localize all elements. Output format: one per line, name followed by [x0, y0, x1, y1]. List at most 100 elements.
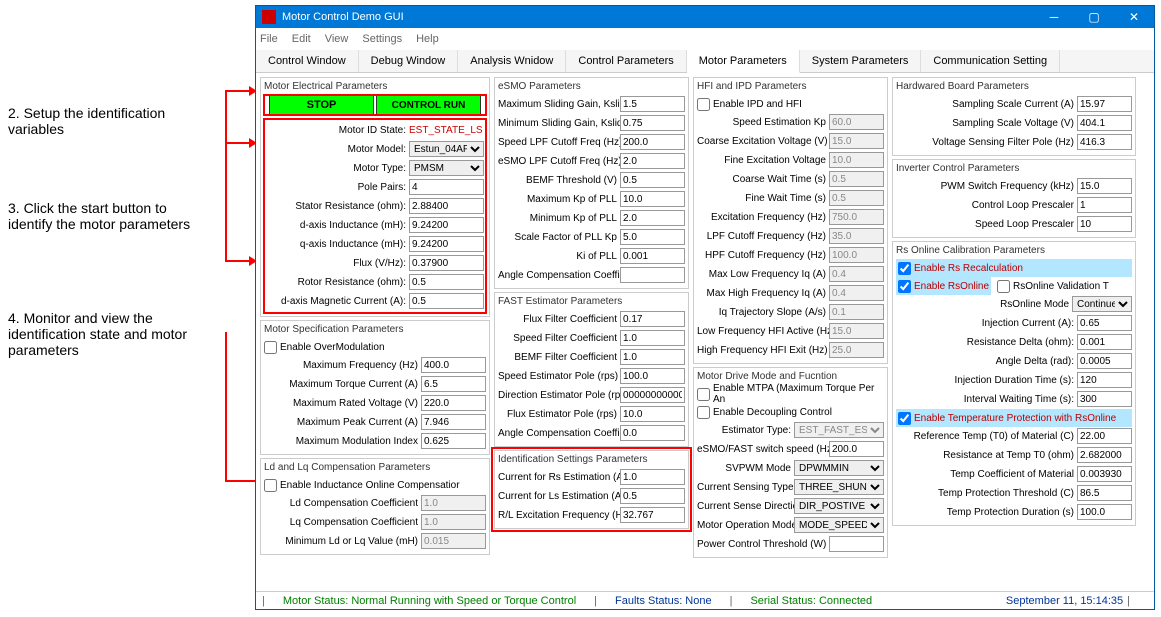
menu-settings[interactable]: Settings	[362, 33, 402, 45]
ki-input[interactable]	[620, 248, 685, 264]
hpf-input[interactable]	[829, 247, 884, 263]
menu-edit[interactable]: Edit	[292, 33, 311, 45]
cur-rs-input[interactable]	[620, 469, 685, 485]
speed-lpf-input[interactable]	[620, 134, 685, 150]
max-rated-v-input[interactable]	[421, 395, 486, 411]
min-slide-input[interactable]	[620, 115, 685, 131]
maximize-button[interactable]: ▢	[1074, 6, 1114, 28]
resd-input[interactable]	[1077, 334, 1132, 350]
pwm-input[interactable]	[1077, 178, 1132, 194]
spd-pole-input[interactable]	[620, 368, 685, 384]
fast-angle-input[interactable]	[620, 425, 685, 441]
lq-input[interactable]	[421, 514, 486, 530]
low-act-input[interactable]	[829, 323, 884, 339]
menu-file[interactable]: File	[260, 33, 278, 45]
max-torque-input[interactable]	[421, 376, 486, 392]
svpwm-select[interactable]: DPWMMIN	[794, 460, 884, 476]
max-peak-input[interactable]	[421, 414, 486, 430]
max-high-input[interactable]	[829, 285, 884, 301]
tab-communication-setting[interactable]: Communication Setting	[921, 50, 1060, 72]
menu-view[interactable]: View	[325, 33, 349, 45]
flux-input[interactable]	[409, 255, 484, 271]
flux-filter-input[interactable]	[620, 311, 685, 327]
max-mod-input[interactable]	[421, 433, 486, 449]
est-type-select[interactable]: EST_FAST_ESM	[794, 422, 884, 438]
flux-pole-input[interactable]	[620, 406, 685, 422]
esmo-angle-input[interactable]	[620, 267, 685, 283]
overmod-check[interactable]	[264, 341, 277, 354]
tab-control-parameters[interactable]: Control Parameters	[566, 50, 686, 72]
motor-model-select[interactable]: Estun_04APB22	[409, 141, 484, 157]
rotor-r-input[interactable]	[409, 274, 484, 290]
ind-online-check[interactable]	[264, 479, 277, 492]
esmo-lpf-input[interactable]	[620, 153, 685, 169]
min-kp-input[interactable]	[620, 210, 685, 226]
injd-input[interactable]	[1077, 372, 1132, 388]
tpd-input[interactable]	[1077, 504, 1132, 520]
dir-pole-input[interactable]	[620, 387, 685, 403]
tpt-input[interactable]	[1077, 485, 1132, 501]
cur-ls-input[interactable]	[620, 488, 685, 504]
pwr-input[interactable]	[829, 536, 884, 552]
temp-prot-check[interactable]	[898, 412, 911, 425]
stop-button[interactable]: STOP	[269, 95, 374, 115]
ctrl-prescaler-input[interactable]	[1077, 197, 1132, 213]
bemf-filter-input[interactable]	[620, 349, 685, 365]
max-slide-input[interactable]	[620, 96, 685, 112]
vsf-input[interactable]	[1077, 134, 1132, 150]
op-mode-select[interactable]: MODE_SPEED	[794, 517, 884, 533]
q-ind-input[interactable]	[409, 236, 484, 252]
switch-input[interactable]	[829, 441, 884, 457]
rs-online-check[interactable]	[898, 280, 911, 293]
decoupling-check[interactable]	[697, 406, 710, 419]
coarse-v-input[interactable]	[829, 133, 884, 149]
sensing-select[interactable]: THREE_SHUNT	[794, 479, 884, 495]
d-ind-input[interactable]	[409, 217, 484, 233]
rl-input[interactable]	[620, 507, 685, 523]
scale-input[interactable]	[620, 229, 685, 245]
motor-type-select[interactable]: PMSM	[409, 160, 484, 176]
bemf-input[interactable]	[620, 172, 685, 188]
ld-input[interactable]	[421, 495, 486, 511]
tab-debug-window[interactable]: Debug Window	[359, 50, 459, 72]
stator-r-input[interactable]	[409, 198, 484, 214]
intw-input[interactable]	[1077, 391, 1132, 407]
mtpa-check[interactable]	[697, 388, 710, 401]
exc-f-input[interactable]	[829, 209, 884, 225]
high-exit-input[interactable]	[829, 342, 884, 358]
fine-v-input[interactable]	[829, 152, 884, 168]
ref-t-input[interactable]	[1077, 428, 1132, 444]
rs-valid-check[interactable]	[997, 280, 1010, 293]
pole-pairs-input[interactable]	[409, 179, 484, 195]
close-button[interactable]: ✕	[1114, 6, 1154, 28]
speed-filter-input[interactable]	[620, 330, 685, 346]
minimize-button[interactable]: ─	[1034, 6, 1074, 28]
res-t0-input[interactable]	[1077, 447, 1132, 463]
tab-control-window[interactable]: Control Window	[256, 50, 359, 72]
fine-t-input[interactable]	[829, 190, 884, 206]
control-run-button[interactable]: CONTROL RUN	[376, 95, 481, 115]
samp-v-input[interactable]	[1077, 115, 1132, 131]
spd-est-input[interactable]	[829, 114, 884, 130]
max-kp-input[interactable]	[620, 191, 685, 207]
tab-motor-parameters[interactable]: Motor Parameters	[687, 50, 800, 73]
coarse-t-input[interactable]	[829, 171, 884, 187]
menu-help[interactable]: Help	[416, 33, 439, 45]
tc-input[interactable]	[1077, 466, 1132, 482]
rsonline-mode-select[interactable]: Continue	[1072, 296, 1132, 312]
enable-ipd-check[interactable]	[697, 98, 710, 111]
max-freq-input[interactable]	[421, 357, 486, 373]
inj-input[interactable]	[1077, 315, 1132, 331]
sense-dir-select[interactable]: DIR_POSTIVE	[794, 498, 884, 514]
d-mag-input[interactable]	[409, 293, 484, 309]
max-low-input[interactable]	[829, 266, 884, 282]
spd-prescaler-input[interactable]	[1077, 216, 1132, 232]
samp-cur-input[interactable]	[1077, 96, 1132, 112]
angd-input[interactable]	[1077, 353, 1132, 369]
traj-input[interactable]	[829, 304, 884, 320]
lpf-input[interactable]	[829, 228, 884, 244]
tab-analysis-window[interactable]: Analysis Wnidow	[458, 50, 566, 72]
minldlq-input[interactable]	[421, 533, 486, 549]
rs-recalc-check[interactable]	[898, 262, 911, 275]
tab-system-parameters[interactable]: System Parameters	[800, 50, 922, 72]
